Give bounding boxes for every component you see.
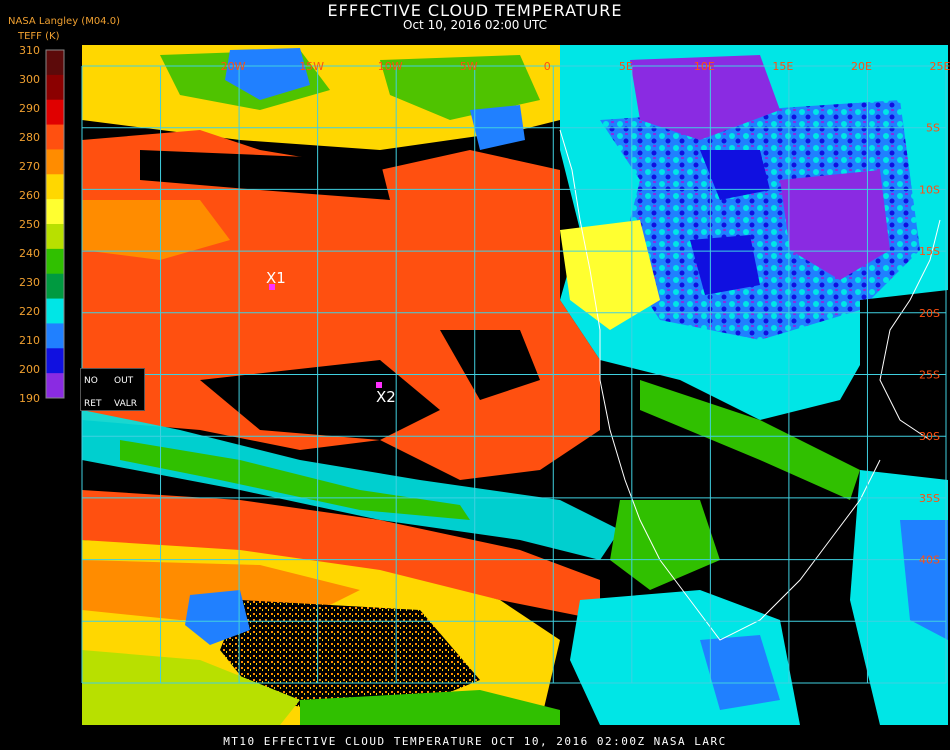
ret-label: RET [84, 399, 102, 409]
lon-label: 20E [851, 60, 872, 73]
producer-label: NASA Langley (M04.0) [8, 16, 120, 27]
map-timestamp: Oct 10, 2016 02:00 UTC [403, 18, 547, 32]
legend-color-bar [45, 49, 65, 399]
legend-tick-labels: 310 300 290 280 270 260 250 240 230 220 210 200 190 [19, 44, 40, 405]
legend-tick-label: 280 [19, 131, 40, 144]
marker-x2-label: X2 [376, 388, 396, 406]
legend-swatch [46, 199, 64, 225]
marker-x1: X1 [266, 269, 286, 290]
legend-swatch [46, 323, 64, 349]
legend-tick-label: 290 [19, 102, 40, 115]
legend-tick-label: 190 [19, 392, 40, 405]
valr-label: VALR [114, 399, 137, 409]
cloud-field [82, 45, 948, 725]
legend-tick-label: 220 [19, 305, 40, 318]
legend-tick-label: 210 [19, 334, 40, 347]
no-retrieval-key: NO RET OUT VALR [80, 368, 145, 411]
legend-swatch [46, 124, 64, 150]
legend-swatch [46, 298, 64, 324]
units-label: TEFF (K) [18, 31, 60, 42]
legend-swatch [46, 348, 64, 374]
no-label: NO [84, 376, 98, 386]
legend-swatch [46, 99, 64, 126]
lat-label: 35S [919, 492, 940, 505]
lat-label: 30S [919, 430, 940, 443]
legend-swatch [46, 248, 64, 275]
legend-tick-label: 310 [19, 44, 40, 57]
lon-label: 25E [930, 60, 950, 73]
lat-label: 40S [919, 554, 940, 567]
lon-label: 20W [221, 60, 246, 73]
footer-caption: MT10 EFFECTIVE CLOUD TEMPERATURE OCT 10,… [223, 735, 727, 748]
legend-swatch [46, 373, 64, 399]
legend-swatch [46, 224, 64, 250]
out-label: OUT [114, 376, 134, 386]
lat-label: 20S [919, 307, 940, 320]
legend-swatch [46, 50, 64, 76]
lon-label: 10E [694, 60, 715, 73]
lat-label: 15S [919, 245, 940, 258]
legend-tick-label: 200 [19, 363, 40, 376]
legend-tick-label: 230 [19, 276, 40, 289]
lon-label: 0 [544, 60, 551, 73]
legend-swatch [46, 174, 64, 200]
legend-swatch [46, 149, 64, 175]
legend-tick-label: 240 [19, 247, 40, 260]
legend-swatch [46, 273, 64, 300]
legend-tick-label: 260 [19, 189, 40, 202]
lon-label: 5W [460, 60, 478, 73]
legend-tick-label: 250 [19, 218, 40, 231]
legend-swatch [46, 74, 64, 101]
lat-label: 25S [919, 369, 940, 382]
marker-x1-label: X1 [266, 269, 286, 287]
lon-label: 15E [772, 60, 793, 73]
legend-tick-label: 300 [19, 73, 40, 86]
lat-label: 5S [926, 122, 940, 135]
lon-label: 5E [619, 60, 633, 73]
lat-label: 10S [919, 183, 940, 196]
lon-label: 10W [378, 60, 403, 73]
color-legend: 310 300 290 280 270 260 250 240 230 220 210 200 190 [19, 44, 65, 405]
legend-tick-label: 270 [19, 160, 40, 173]
lon-label: 15W [299, 60, 324, 73]
